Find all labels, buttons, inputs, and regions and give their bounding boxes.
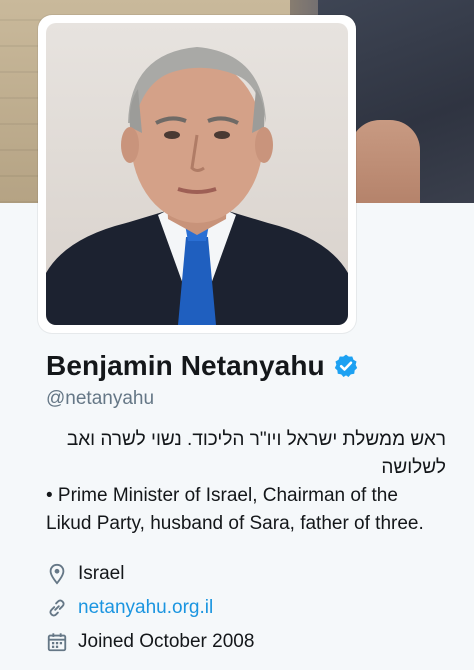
profile-joined: Joined October 2008 — [46, 631, 254, 653]
display-name[interactable]: Benjamin Netanyahu — [46, 350, 325, 382]
profile-handle[interactable]: @netanyahu — [46, 388, 154, 410]
website-link[interactable]: netanyahu.org.il — [78, 597, 213, 619]
banner-arm — [350, 120, 420, 203]
profile-bio: ראש ממשלת ישראל ויו"ר הליכוד. נשוי לשרה … — [46, 426, 446, 538]
profile-website: netanyahu.org.il — [46, 597, 213, 619]
location-pin-icon — [46, 563, 68, 585]
joined-date: Joined October 2008 — [78, 631, 255, 652]
verified-badge-icon — [333, 353, 359, 379]
location-text: Israel — [78, 563, 125, 584]
avatar[interactable] — [46, 23, 348, 325]
link-icon — [46, 597, 68, 619]
bio-hebrew: ראש ממשלת ישראל ויו"ר הליכוד. נשוי לשרה … — [66, 429, 446, 478]
calendar-icon — [46, 631, 68, 653]
name-row: Benjamin Netanyahu — [46, 350, 359, 382]
profile-location: Israel — [46, 563, 124, 585]
bio-english: • Prime Minister of Israel, Chairman of … — [46, 485, 424, 534]
